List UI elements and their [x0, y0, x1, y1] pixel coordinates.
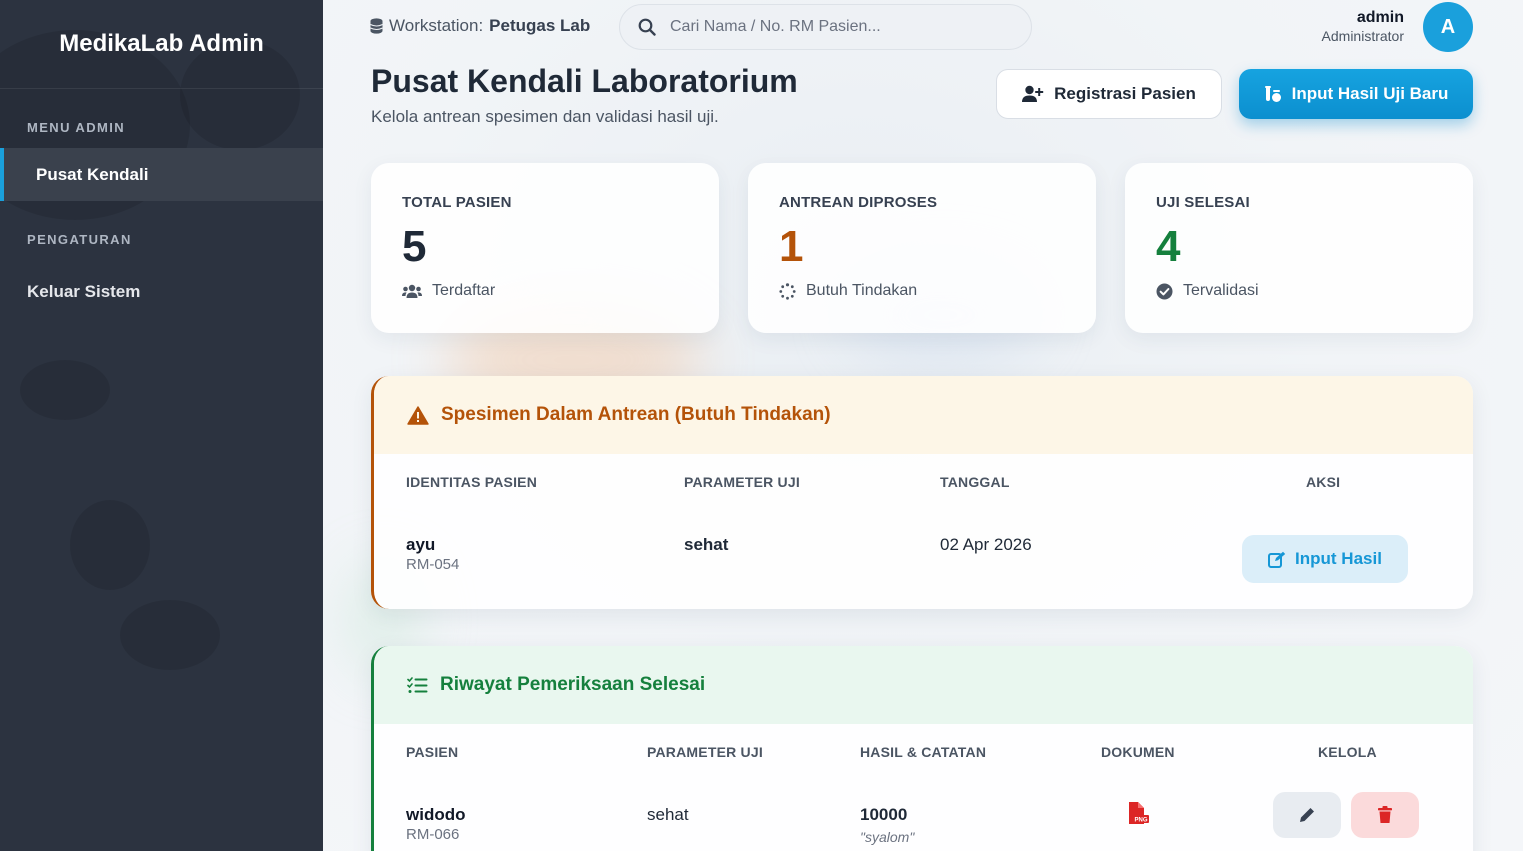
sidebar-item-label: Pusat Kendali [36, 164, 149, 184]
queue-panel-title: Spesimen Dalam Antrean (Butuh Tindakan) [441, 404, 831, 425]
page-subtitle: Kelola antrean spesimen dan validasi has… [371, 107, 719, 126]
check-circle-icon [1156, 283, 1173, 299]
user-role: Administrator [1321, 28, 1404, 44]
stat-card-queue: ANTREAN DIPROSES 1 Butuh Tindakan [748, 163, 1096, 333]
result-value: 10000 [860, 805, 908, 824]
parameter-cell: sehat [647, 805, 689, 824]
top-bar: Workstation: Petugas Lab admin Administr… [323, 0, 1523, 53]
document-cell: PNG [1101, 780, 1273, 845]
history-panel-title: Riwayat Pemeriksaan Selesai [440, 674, 706, 695]
register-patient-label: Registrasi Pasien [1054, 84, 1196, 103]
column-header: KELOLA [1318, 744, 1377, 760]
menu-admin-section: MENU ADMIN [27, 120, 126, 135]
patient-name: widodo [406, 805, 466, 824]
date-cell: 02 Apr 2026 [940, 535, 1032, 554]
queue-table: IDENTITAS PASIEN PARAMETER UJI TANGGAL A… [374, 454, 1473, 583]
table-header-row: IDENTITAS PASIEN PARAMETER UJI TANGGAL A… [374, 454, 1473, 510]
sidebar-item-label: Keluar Sistem [27, 281, 141, 301]
manage-cell [1273, 780, 1473, 845]
patient-rm: RM-066 [406, 826, 460, 843]
stat-value: 1 [779, 222, 804, 271]
edit-button[interactable] [1273, 792, 1341, 838]
history-panel: Riwayat Pemeriksaan Selesai PASIEN PARAM… [371, 646, 1473, 851]
queue-panel: Spesimen Dalam Antrean (Butuh Tindakan) … [371, 376, 1473, 609]
stat-card-completed: UJI SELESAI 4 Tervalidasi [1125, 163, 1473, 333]
user-plus-icon [1022, 85, 1044, 102]
column-header: HASIL & CATATAN [860, 744, 987, 760]
table-row: widodo RM-066 sehat 10000 "syalom" PNG [374, 780, 1473, 845]
sidebar: MedikaLab Admin MENU ADMIN Pusat Kendali… [0, 0, 323, 851]
stat-label: ANTREAN DIPROSES [779, 194, 938, 211]
stat-label: TOTAL PASIEN [402, 194, 512, 211]
column-header: PASIEN [406, 744, 459, 760]
input-result-label: Input Hasil [1295, 549, 1382, 568]
parameter-cell: sehat [684, 535, 729, 554]
column-header: IDENTITAS PASIEN [406, 474, 538, 490]
brand-title: MedikaLab Admin [0, 0, 323, 89]
svg-text:PNG: PNG [1135, 818, 1148, 824]
workstation-value: Petugas Lab [489, 16, 591, 35]
search-box[interactable] [619, 4, 1032, 50]
column-header: TANGGAL [940, 474, 1010, 490]
history-table: PASIEN PARAMETER UJI HASIL & CATATAN DOK… [374, 724, 1473, 845]
input-result-button[interactable]: Input Hasil [1242, 535, 1408, 583]
result-cell: 10000 "syalom" [860, 780, 1101, 845]
stat-value: 5 [402, 222, 427, 271]
new-test-result-label: Input Hasil Uji Baru [1291, 84, 1449, 103]
stat-value: 4 [1156, 222, 1181, 271]
users-icon [402, 284, 422, 298]
pencil-icon [1300, 808, 1314, 822]
table-row: ayu RM-054 sehat 02 Apr 2026 Input Hasil [374, 510, 1473, 583]
pengaturan-section: PENGATURAN [27, 232, 132, 247]
column-header: AKSI [1306, 474, 1341, 490]
result-note: "syalom" [860, 829, 915, 845]
sidebar-item-pusat-kendali[interactable]: Pusat Kendali [0, 148, 323, 201]
register-patient-button[interactable]: Registrasi Pasien [996, 69, 1222, 119]
delete-button[interactable] [1351, 792, 1419, 838]
stat-note-text: Tervalidasi [1183, 282, 1259, 299]
column-header: PARAMETER UJI [684, 474, 800, 490]
user-info[interactable]: admin Administrator [1322, 9, 1404, 44]
history-panel-header: Riwayat Pemeriksaan Selesai [374, 646, 1473, 724]
new-test-result-button[interactable]: Input Hasil Uji Baru [1239, 69, 1473, 119]
patient-rm: RM-054 [406, 556, 460, 573]
search-icon [638, 18, 656, 36]
patient-name: ayu [406, 535, 436, 554]
avatar[interactable]: A [1423, 2, 1473, 52]
page-title: Pusat Kendali Laboratorium [371, 63, 798, 99]
queue-panel-header: Spesimen Dalam Antrean (Butuh Tindakan) [374, 376, 1473, 454]
list-check-icon [407, 676, 428, 693]
spinner-icon [779, 282, 796, 300]
stat-note-text: Terdaftar [432, 282, 496, 299]
edit-icon [1268, 551, 1286, 568]
vials-icon [1264, 86, 1281, 102]
column-header: DOKUMEN [1101, 744, 1175, 760]
stat-note-text: Butuh Tindakan [806, 282, 918, 299]
patient-cell: widodo RM-066 [374, 780, 647, 845]
table-header-row: PASIEN PARAMETER UJI HASIL & CATATAN DOK… [374, 724, 1473, 780]
png-file-icon[interactable]: PNG [1127, 802, 1149, 826]
workstation-label: Workstation: [389, 16, 484, 35]
main-content: Workstation: Petugas Lab admin Administr… [323, 0, 1523, 851]
stat-note: Tervalidasi [1156, 282, 1442, 300]
database-icon [370, 18, 383, 34]
sidebar-item-logout[interactable]: Keluar Sistem [0, 265, 323, 318]
column-header: PARAMETER UJI [647, 744, 763, 760]
user-name: admin [1356, 9, 1404, 26]
search-input[interactable] [670, 18, 990, 36]
stat-note: Butuh Tindakan [779, 282, 1065, 300]
stat-label: UJI SELESAI [1156, 194, 1250, 211]
action-cell: Input Hasil [1242, 510, 1473, 583]
workstation-indicator: Workstation: Petugas Lab [370, 16, 590, 36]
stat-note: Terdaftar [402, 282, 688, 300]
stat-card-total-patients: TOTAL PASIEN 5 Terdaftar [371, 163, 719, 333]
trash-icon [1378, 806, 1392, 823]
patient-identity-cell: ayu RM-054 [374, 510, 684, 583]
warning-icon [407, 405, 429, 425]
